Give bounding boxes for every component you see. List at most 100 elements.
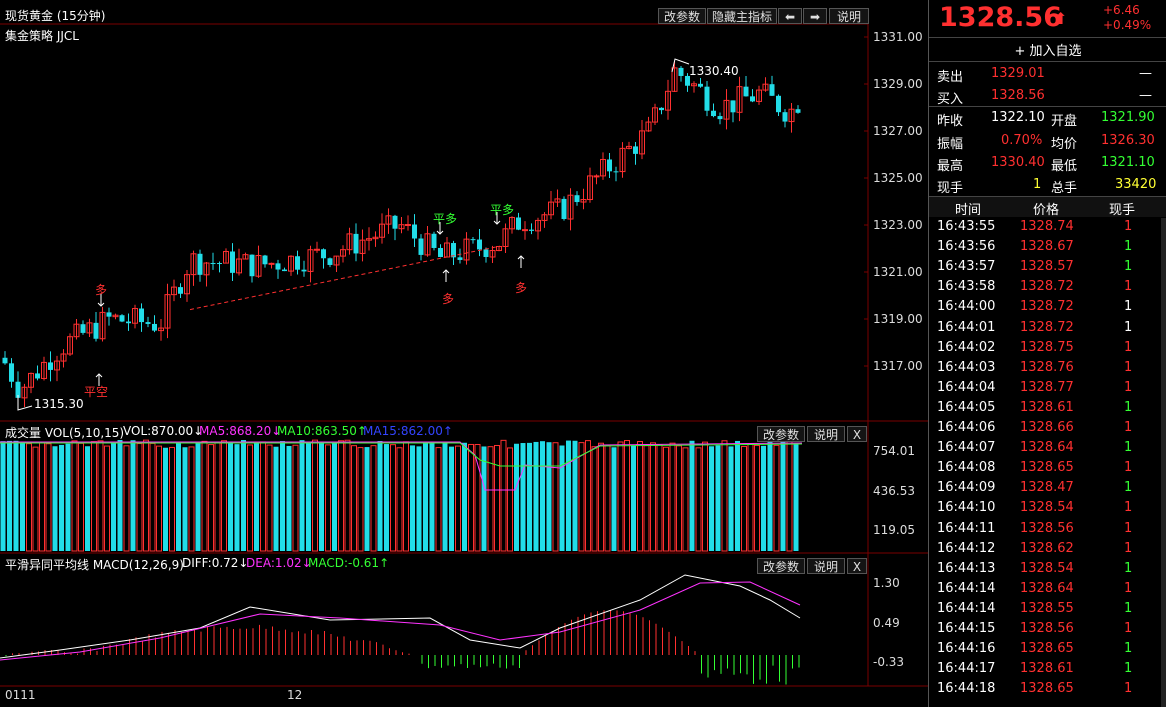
price-tick: 1323.00 [873, 218, 923, 232]
candle-body [93, 322, 99, 339]
volume-bar [741, 445, 747, 552]
volume-bar [111, 443, 116, 551]
volume-bar [214, 442, 221, 552]
macd-edit-params-button[interactable]: 改参数 [757, 558, 805, 574]
candle-body [2, 357, 8, 364]
volume-bar [332, 442, 337, 551]
tick-row: 16:44:13 1328.54 1 [937, 560, 1133, 576]
candle-body [106, 312, 112, 317]
add-to-watchlist-button[interactable]: + 加入自选 [929, 40, 1166, 59]
volume-bar [735, 440, 740, 551]
candle-body [711, 110, 716, 117]
volume-bar [559, 445, 565, 551]
kline-chart-canvas[interactable] [0, 0, 928, 707]
hide-indicator-button[interactable]: 隐藏主指标 [707, 8, 777, 24]
stats-row: 振幅 0.70% 均价 1326.30 [937, 133, 1155, 152]
scroll-left-button[interactable]: ⬅ [778, 8, 802, 24]
volume-help-button[interactable]: 说明 [807, 426, 845, 442]
volume-bar [715, 445, 721, 551]
volume-bar [280, 441, 285, 551]
volume-bar [247, 444, 253, 552]
candle-body [327, 258, 333, 265]
tick-row: 16:44:14 1328.64 1 [937, 580, 1133, 596]
macd-help-button[interactable]: 说明 [807, 558, 845, 574]
volume-bar [39, 442, 45, 552]
tick-row: 16:44:08 1328.65 1 [937, 460, 1133, 476]
volume-bar [631, 445, 636, 551]
macd-diff-line [0, 574, 801, 659]
candle-body [483, 249, 489, 257]
candle-body [230, 251, 235, 273]
signal-close-long: 平多 [433, 212, 458, 226]
candle-body [750, 96, 755, 102]
volume-bar [462, 442, 467, 551]
tick-row: 16:44:06 1328.66 1 [937, 420, 1133, 435]
candle-body [704, 86, 710, 111]
volume-bar [234, 444, 240, 551]
volume-edit-params-button[interactable]: 改参数 [757, 426, 805, 442]
candle-body [607, 159, 612, 172]
tick-row: 16:44:09 1328.47 1 [937, 480, 1133, 496]
volume-bar [643, 445, 650, 552]
candle-body [210, 263, 216, 265]
price-change: +6.46 [1103, 3, 1140, 17]
volume-value: VOL:870.00↓ [123, 424, 204, 438]
help-button[interactable]: 说明 [829, 8, 869, 24]
candle-body [795, 109, 801, 113]
volume-bar [442, 442, 448, 551]
volume-bar [637, 441, 643, 552]
signal-long: 多 [442, 292, 455, 306]
price-tick: 1331.00 [873, 30, 923, 44]
volume-bar [728, 446, 734, 551]
volume-ma5: MA5:868.20↓ [199, 424, 282, 438]
macd-value: MACD:-0.61↑ [308, 556, 390, 570]
volume-bar [266, 444, 273, 552]
volume-bar [130, 440, 136, 551]
candle-body [431, 233, 437, 248]
tick-row: 16:44:04 1328.77 1 [937, 379, 1133, 395]
tick-row: 16:44:02 1328.75 1 [937, 339, 1133, 355]
volume-bar [396, 447, 403, 552]
volume-bar [163, 447, 168, 551]
tick-row: 16:44:14 1328.55 1 [937, 600, 1133, 616]
time-tick: 0111 [5, 688, 36, 702]
volume-bar [721, 440, 728, 552]
volume-bar [325, 444, 331, 552]
volume-ma10: MA10:863.50↑ [277, 424, 367, 438]
volume-bar [357, 447, 364, 552]
volume-bar [292, 444, 299, 552]
volume-bar [286, 445, 292, 551]
candle-body [262, 255, 268, 265]
volume-bar [254, 441, 259, 551]
volume-bar [71, 440, 78, 552]
candle-body [659, 107, 664, 111]
volume-bar [650, 442, 656, 552]
candle-body [561, 198, 567, 219]
macd-dea-line [0, 581, 801, 661]
price-tick: 1317.00 [873, 359, 923, 373]
price-tick: 1325.00 [873, 171, 923, 185]
candle-body [301, 269, 307, 272]
volume-close-button[interactable]: X [847, 426, 867, 442]
volume-bar [552, 442, 559, 552]
chart-area[interactable]: 现货黄金 (15分钟) 集金策略 JJCL 改参数 隐藏主指标 ⬅ ➡ 说明 1… [0, 0, 928, 707]
price-tick: 1319.00 [873, 312, 923, 326]
candle-body [178, 287, 183, 294]
macd-tick: 1.30 [873, 576, 900, 590]
scroll-right-button[interactable]: ➡ [803, 8, 827, 24]
macd-close-button[interactable]: X [847, 558, 867, 574]
volume-bar [370, 445, 377, 552]
tick-row: 16:44:10 1328.54 1 [937, 500, 1133, 516]
tick-row: 16:44:15 1328.56 1 [937, 621, 1133, 636]
volume-bar [176, 442, 181, 551]
tick-row: 16:43:56 1328.67 1 [937, 239, 1133, 255]
edit-params-button[interactable]: 改参数 [658, 8, 706, 24]
volume-bar [527, 442, 532, 551]
tick-list-scrollbar[interactable] [1161, 218, 1166, 707]
candle-body [678, 67, 684, 76]
volume-bar [97, 440, 104, 552]
volume-bar [377, 441, 383, 551]
candle-body [412, 224, 417, 239]
candle-body [9, 363, 14, 382]
candle-body [457, 257, 463, 260]
